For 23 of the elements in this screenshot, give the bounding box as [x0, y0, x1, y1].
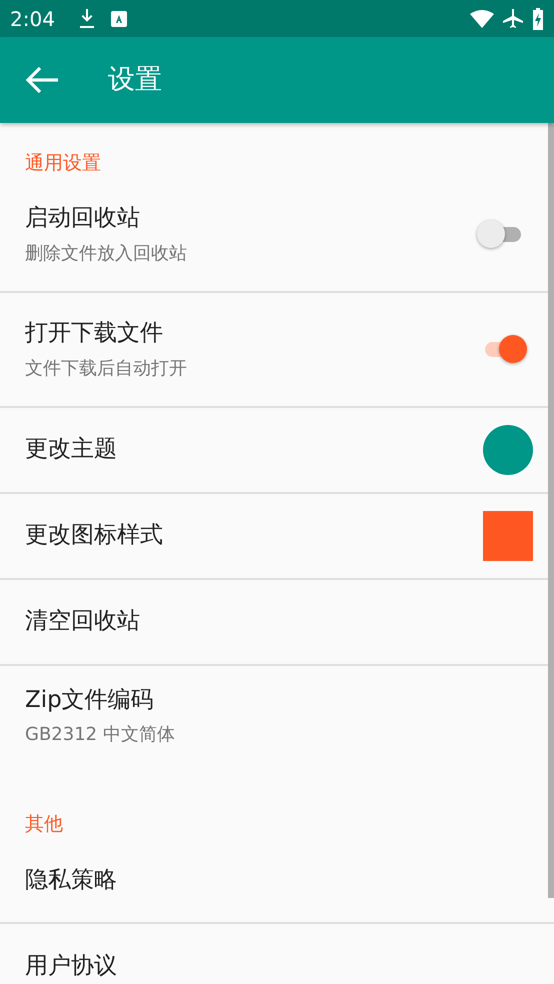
- keyboard-icon: [110, 10, 127, 26]
- setting-title[interactable]: 打开下载文件: [25, 316, 475, 351]
- setting-subtitle: GB2312 中文简体: [25, 723, 176, 748]
- section-header: 通用设置: [24, 151, 102, 176]
- setting-title[interactable]: 更改主题: [25, 432, 483, 467]
- setting-title[interactable]: Zip文件编码: [25, 682, 529, 718]
- setting-title[interactable]: 用户协议: [25, 948, 529, 984]
- wifi-icon: [470, 10, 494, 28]
- setting-title[interactable]: 清空回收站: [25, 604, 529, 639]
- setting-title[interactable]: 启动回收站: [25, 201, 475, 236]
- battery-icon: [532, 8, 544, 30]
- setting-title[interactable]: 更改图标样式: [25, 518, 483, 553]
- color-swatch[interactable]: [483, 510, 533, 560]
- airplane-icon: [502, 8, 524, 30]
- setting-subtitle: 删除文件放入回收站: [25, 242, 188, 266]
- download-icon: [78, 8, 95, 28]
- setting-subtitle: 文件下载后自动打开: [25, 356, 188, 381]
- status-time: 2:04: [10, 6, 55, 32]
- section-header: 其他: [24, 812, 64, 836]
- back-button[interactable]: [26, 66, 58, 94]
- toolbar-title: 设置: [108, 62, 162, 97]
- color-swatch[interactable]: [483, 424, 533, 474]
- setting-title[interactable]: 隐私策略: [25, 862, 529, 898]
